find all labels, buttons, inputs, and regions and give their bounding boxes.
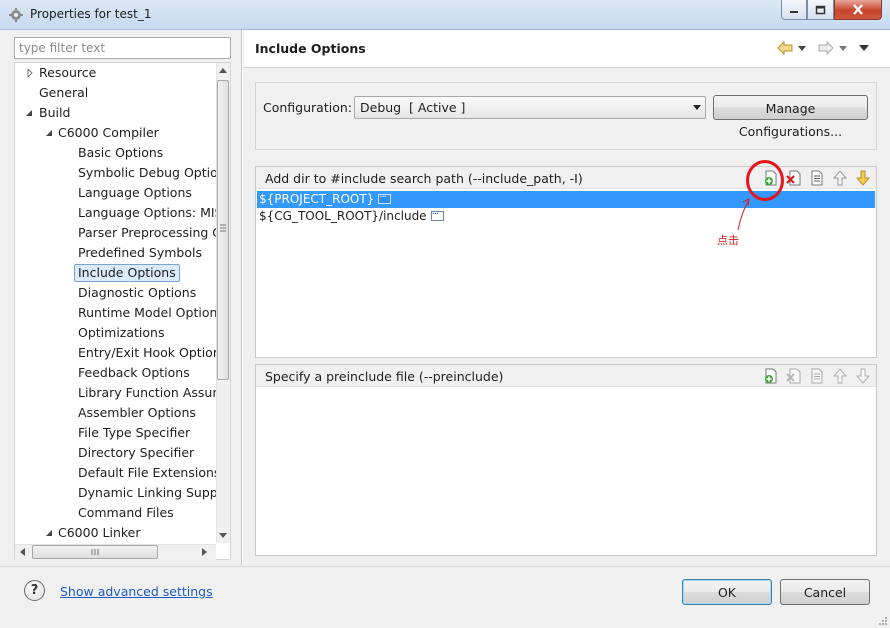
back-arrow-icon [777,41,793,55]
title-bar: Properties for test_1 [0,0,890,30]
tree-item-file-type-specifier[interactable]: File Type Specifier [75,424,193,442]
tree-item-predefined-symbols[interactable]: Predefined Symbols [75,244,205,262]
resize-grip-icon[interactable] [878,616,888,626]
grip-lines-icon [220,224,226,232]
chevron-down-icon [798,46,806,51]
minimize-icon [790,10,798,13]
collapsed-arrow-icon[interactable] [26,69,34,77]
scroll-up-arrow-icon[interactable] [219,67,227,73]
tree-item-assembler-options[interactable]: Assembler Options [75,404,199,422]
annotation-arrow-icon [737,198,750,231]
tree-item-language-options[interactable]: Language Options [75,184,195,202]
manage-configurations-button[interactable]: Manage Configurations... [713,95,868,139]
help-icon[interactable]: ? [24,580,45,601]
expanded-arrow-icon[interactable] [25,109,33,117]
triangle-down-icon [859,45,869,51]
page-title: Include Options [255,41,366,56]
tree-item-language-options-misra[interactable]: Language Options: MIS [75,204,225,222]
move-down-icon[interactable] [855,170,871,186]
tree-item-build[interactable]: Build [36,104,73,122]
tree-item-basic-options[interactable]: Basic Options [75,144,166,162]
forward-button[interactable] [818,39,848,57]
ellipsis-icon[interactable] [378,189,392,206]
tree-item-c6000-compiler[interactable]: C6000 Compiler [55,124,162,142]
tree-item-c6000-linker[interactable]: C6000 Linker [55,524,144,542]
configuration-select[interactable]: Debug [ Active ] [354,96,706,119]
include-path-entry[interactable]: ${CG_TOOL_ROOT}/include [257,206,875,225]
preinclude-header: Specify a preinclude file (--preinclude) [256,365,876,387]
tree-item-parser-preprocessing[interactable]: Parser Preprocessing O [75,224,225,242]
gear-app-icon [9,8,23,22]
ok-button[interactable]: OK [682,579,772,605]
back-button[interactable] [777,39,807,57]
add-icon[interactable] [763,368,779,384]
tree-item-include-options[interactable]: Include Options [74,264,180,282]
edit-icon[interactable] [809,368,825,384]
tree-item-directory-specifier[interactable]: Directory Specifier [75,444,197,462]
scroll-left-arrow-icon[interactable] [19,548,25,556]
move-down-icon[interactable] [855,368,871,384]
tree-item-library-function-assumptions[interactable]: Library Function Assum [75,384,228,402]
tree-item-entry-exit-hook-options[interactable]: Entry/Exit Hook Options [75,344,230,362]
annotation-circle [746,160,784,201]
include-path-value: ${PROJECT_ROOT} [259,192,375,206]
show-advanced-settings-link[interactable]: Show advanced settings [60,584,213,599]
maximize-button[interactable] [807,0,834,20]
tree-item-resource[interactable]: Resource [36,64,99,82]
minimize-button[interactable] [781,0,807,20]
dropdown-arrow-icon [693,105,701,110]
properties-tree: Resource General Build C6000 Compiler Ba… [14,62,231,560]
include-path-group: Add dir to #include search path (--inclu… [255,166,877,358]
close-button[interactable] [834,0,882,20]
include-path-title: Add dir to #include search path (--inclu… [265,171,583,186]
tree-item-optimizations[interactable]: Optimizations [75,324,167,342]
footer-divider [0,566,890,567]
view-menu-button[interactable] [858,39,870,57]
ellipsis-icon[interactable] [430,206,444,223]
maximize-icon [815,5,826,14]
move-up-icon[interactable] [832,368,848,384]
grip-lines-icon [91,549,99,555]
tree-item-feedback-options[interactable]: Feedback Options [75,364,193,382]
tree-item-runtime-model-options[interactable]: Runtime Model Options [75,304,227,322]
expanded-arrow-icon[interactable] [45,529,53,537]
cancel-button[interactable]: Cancel [780,579,870,605]
chevron-down-icon [839,46,847,51]
scroll-down-arrow-icon[interactable] [219,533,227,539]
close-icon [853,4,863,15]
include-path-value: ${CG_TOOL_ROOT}/include [259,209,427,223]
edit-icon[interactable] [809,170,825,186]
page-header: Include Options [244,30,890,68]
tree-item-default-file-extensions[interactable]: Default File Extensions [75,464,223,482]
delete-icon[interactable] [786,170,802,186]
include-path-entry[interactable]: ${PROJECT_ROOT} [257,189,875,208]
tree-item-dynamic-linking-support[interactable]: Dynamic Linking Suppo [75,484,228,502]
annotation-note: 点击 [717,234,739,247]
tree-item-diagnostic-options[interactable]: Diagnostic Options [75,284,199,302]
configuration-value: Debug [ Active ] [360,100,466,115]
delete-icon[interactable] [786,368,802,384]
tree-item-general[interactable]: General [36,84,91,102]
tree-item-symbolic-debug-options[interactable]: Symbolic Debug Option [75,164,229,182]
window-title: Properties for test_1 [30,7,152,21]
tree-item-command-files[interactable]: Command Files [75,504,177,522]
configuration-label: Configuration: [263,100,352,115]
preinclude-group: Specify a preinclude file (--preinclude) [255,364,877,556]
forward-arrow-icon [818,41,834,55]
scroll-right-arrow-icon[interactable] [202,548,208,556]
preinclude-title: Specify a preinclude file (--preinclude) [265,369,504,384]
expanded-arrow-icon[interactable] [45,129,53,137]
pane-divider[interactable] [241,30,243,566]
move-up-icon[interactable] [832,170,848,186]
filter-input[interactable] [14,37,231,59]
